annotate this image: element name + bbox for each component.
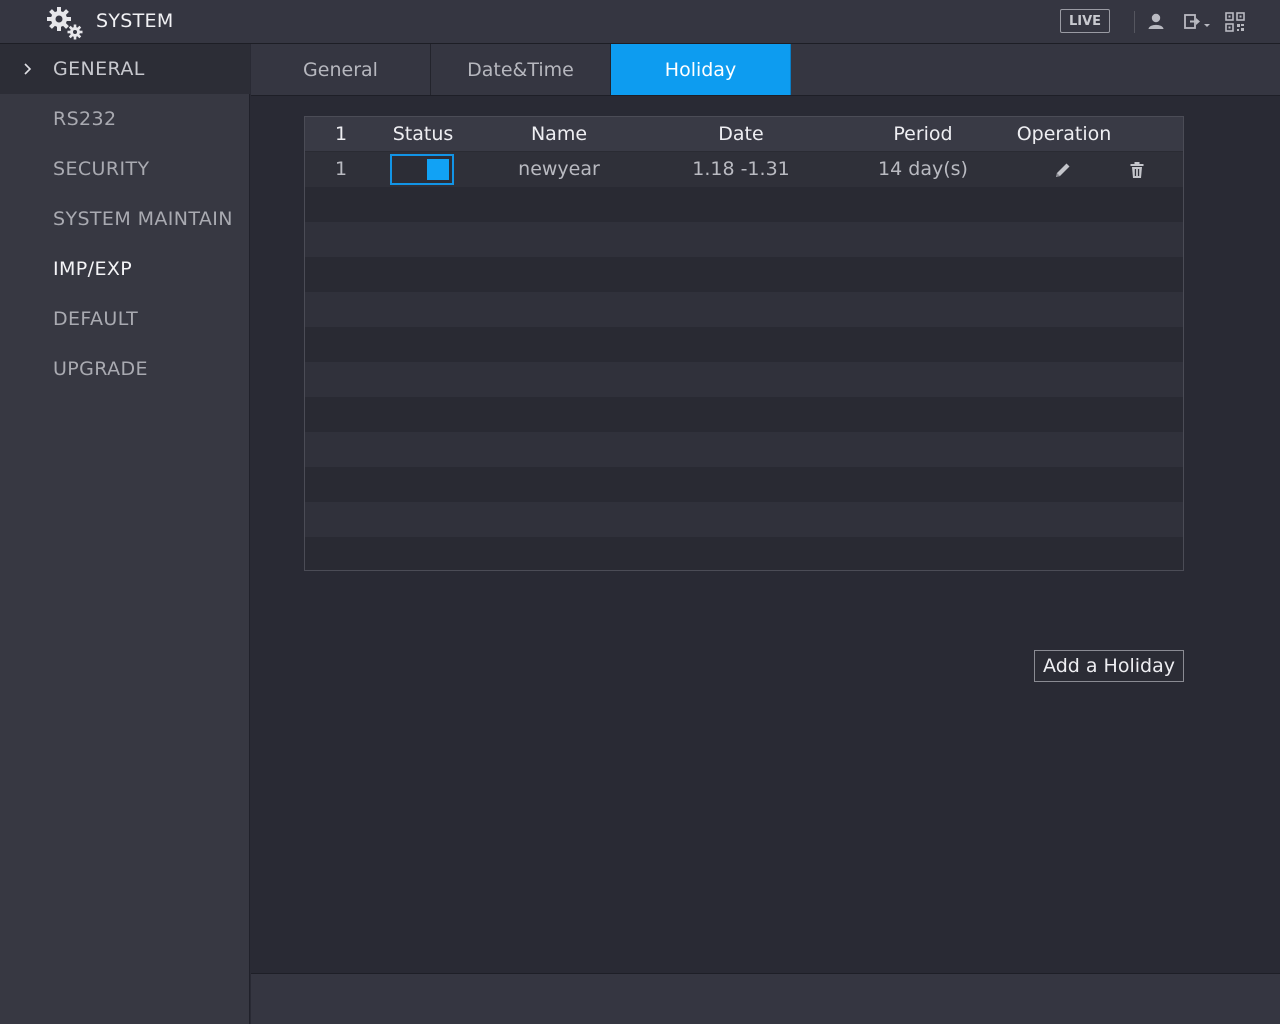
sidebar-item-label: GENERAL [53,58,145,80]
sidebar: GENERAL RS232 SECURITY SYSTEM MAINTAIN I… [0,44,250,1024]
add-holiday-button[interactable]: Add a Holiday [1034,650,1184,682]
empty-row [305,362,1183,397]
status-toggle[interactable] [390,154,454,185]
app-title: SYSTEM [96,10,174,32]
empty-row [305,432,1183,467]
holiday-name: newyear [518,158,600,180]
bottom-bar [251,973,1280,1024]
column-header-status: Status [392,123,454,145]
table-header: 1 Status Name Date Period Operation [305,117,1183,152]
table-row[interactable]: 1 newyear 1.18 -1.31 14 day(s) [305,152,1183,187]
chevron-right-icon [24,63,32,75]
empty-row [305,397,1183,432]
delete-icon[interactable] [1127,160,1147,180]
logout-icon[interactable] [1182,11,1214,33]
sidebar-item-rs232[interactable]: RS232 [0,94,250,144]
sidebar-item-security[interactable]: SECURITY [0,144,250,194]
column-header-period: Period [893,123,953,145]
tab-bar: General Date&Time Holiday [251,44,1280,96]
sidebar-item-label: IMP/EXP [53,258,133,280]
toggle-knob [427,159,449,180]
column-header-date: Date [718,123,764,145]
sidebar-item-label: DEFAULT [53,308,139,330]
holiday-date: 1.18 -1.31 [692,158,790,180]
sidebar-item-imp-exp[interactable]: IMP/EXP [0,244,250,294]
sidebar-item-label: SYSTEM MAINTAIN [53,208,233,230]
empty-row [305,537,1183,570]
tab-date-time[interactable]: Date&Time [431,44,611,95]
sidebar-item-general[interactable]: GENERAL [0,44,250,94]
holiday-table: 1 Status Name Date Period Operation 1 ne… [304,116,1184,571]
sidebar-item-default[interactable]: DEFAULT [0,294,250,344]
edit-icon[interactable] [1053,160,1073,180]
empty-row [305,187,1183,222]
top-bar: SYSTEM LIVE [0,0,1280,44]
column-header-index: 1 [334,123,348,145]
column-header-operation: Operation [1016,123,1112,145]
empty-row [305,467,1183,502]
gears-icon [47,7,83,40]
sidebar-item-label: RS232 [53,108,117,130]
empty-row [305,502,1183,537]
sidebar-item-upgrade[interactable]: UPGRADE [0,344,250,394]
qr-code-icon[interactable] [1224,11,1246,33]
tab-general[interactable]: General [251,44,431,95]
live-button[interactable]: LIVE [1060,9,1110,33]
sidebar-item-label: SECURITY [53,158,150,180]
empty-row [305,222,1183,257]
sidebar-item-system-maintain[interactable]: SYSTEM MAINTAIN [0,194,250,244]
tab-holiday[interactable]: Holiday [611,44,791,95]
divider [1134,11,1135,33]
row-index: 1 [334,158,348,180]
user-icon[interactable] [1145,11,1167,33]
empty-row [305,257,1183,292]
empty-row [305,292,1183,327]
column-header-name: Name [530,123,588,145]
empty-row [305,327,1183,362]
sidebar-item-label: UPGRADE [53,358,148,380]
holiday-period: 14 day(s) [878,158,968,180]
